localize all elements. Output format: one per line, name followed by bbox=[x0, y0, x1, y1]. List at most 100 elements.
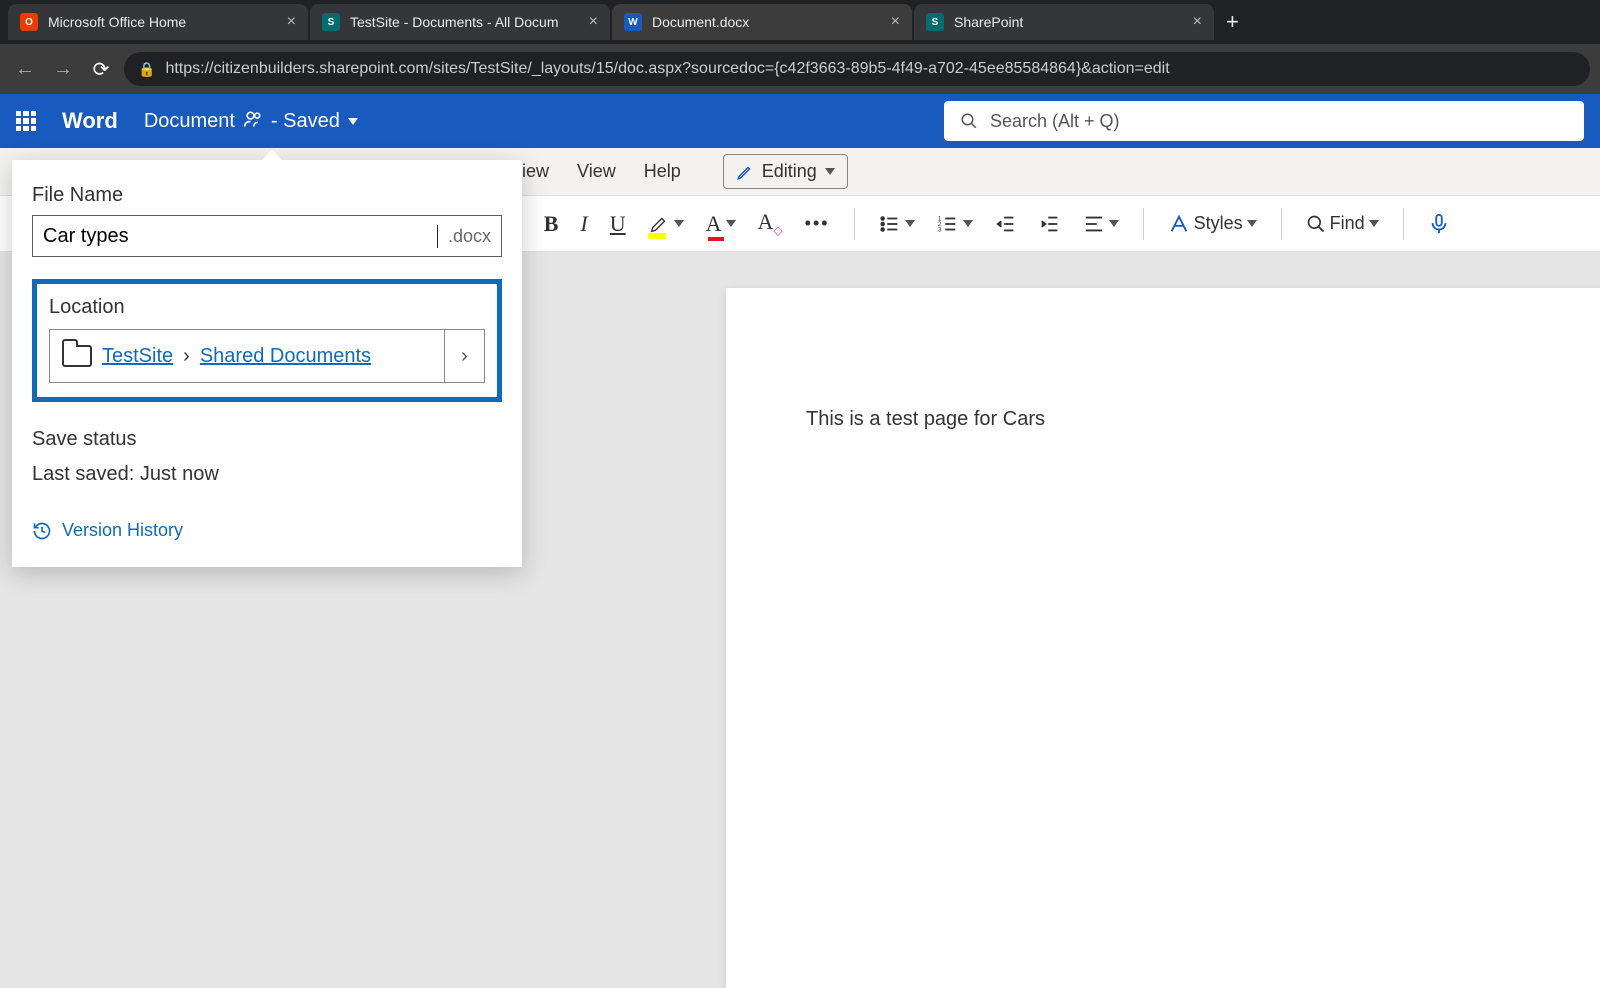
search-placeholder: Search (Alt + Q) bbox=[990, 111, 1120, 132]
location-picker: TestSite › Shared Documents › bbox=[49, 329, 485, 383]
toolbar-separator bbox=[854, 208, 855, 240]
forward-button[interactable]: → bbox=[48, 54, 78, 84]
doc-save-status: - Saved bbox=[271, 110, 340, 133]
chevron-down-icon bbox=[1247, 220, 1257, 227]
file-name-input[interactable] bbox=[33, 225, 438, 248]
search-box[interactable]: Search (Alt + Q) bbox=[944, 101, 1584, 141]
app-launcher-icon[interactable] bbox=[16, 111, 36, 131]
outdent-icon bbox=[995, 213, 1017, 235]
close-tab-icon[interactable]: × bbox=[287, 13, 296, 31]
chevron-down-icon bbox=[905, 220, 915, 227]
chevron-down-icon bbox=[674, 220, 684, 227]
decrease-indent-button[interactable] bbox=[993, 211, 1019, 237]
file-name-row: .docx bbox=[32, 215, 502, 257]
italic-button[interactable]: I bbox=[578, 209, 589, 239]
highlight-color-button[interactable] bbox=[646, 211, 686, 237]
folder-icon bbox=[62, 345, 92, 367]
sharepoint-favicon: S bbox=[926, 13, 944, 31]
location-library-link[interactable]: Shared Documents bbox=[200, 345, 371, 368]
toolbar-separator bbox=[1403, 208, 1404, 240]
location-section-highlighted: Location TestSite › Shared Documents › bbox=[32, 279, 502, 402]
chevron-down-icon bbox=[963, 220, 973, 227]
back-button[interactable]: ← bbox=[10, 54, 40, 84]
search-icon bbox=[1306, 214, 1326, 234]
align-icon bbox=[1083, 213, 1105, 235]
word-favicon: W bbox=[624, 13, 642, 31]
save-status-label: Save status bbox=[32, 428, 502, 451]
underline-button[interactable]: U bbox=[608, 209, 628, 239]
toolbar-separator bbox=[1281, 208, 1282, 240]
doc-title: Document bbox=[144, 110, 235, 133]
chevron-down-icon bbox=[1109, 220, 1119, 227]
address-bar[interactable]: 🔒 https://citizenbuilders.sharepoint.com… bbox=[124, 52, 1590, 86]
document-title-dropdown[interactable]: Document - Saved bbox=[144, 109, 358, 134]
tab-title: TestSite - Documents - All Docum bbox=[350, 14, 579, 30]
browser-tab[interactable]: S SharePoint × bbox=[914, 4, 1214, 40]
font-color-a-icon: A bbox=[706, 211, 722, 237]
svg-text:3: 3 bbox=[937, 226, 941, 233]
editing-label: Editing bbox=[762, 161, 817, 182]
browser-tab-strip: O Microsoft Office Home × S TestSite - D… bbox=[0, 0, 1600, 44]
file-name-label: File Name bbox=[32, 184, 502, 207]
toolbar-separator bbox=[1143, 208, 1144, 240]
browser-tab[interactable]: S TestSite - Documents - All Docum × bbox=[310, 4, 610, 40]
increase-indent-button[interactable] bbox=[1037, 211, 1063, 237]
clear-format-icon: A◇ bbox=[758, 209, 783, 237]
styles-button[interactable]: Styles bbox=[1166, 211, 1259, 237]
location-expand-button[interactable]: › bbox=[444, 330, 484, 382]
location-path: TestSite › Shared Documents bbox=[50, 330, 444, 382]
numbering-icon: 123 bbox=[937, 213, 959, 235]
tab-title: Document.docx bbox=[652, 14, 881, 30]
callout-arrow bbox=[262, 150, 282, 160]
close-tab-icon[interactable]: × bbox=[589, 13, 598, 31]
chevron-down-icon bbox=[1369, 220, 1379, 227]
chevron-down-icon bbox=[726, 220, 736, 227]
office-favicon: O bbox=[20, 13, 38, 31]
clear-formatting-button[interactable]: A◇ bbox=[756, 207, 785, 239]
new-tab-button[interactable]: + bbox=[1216, 9, 1249, 35]
browser-tab[interactable]: O Microsoft Office Home × bbox=[8, 4, 308, 40]
word-app-bar: Word Document - Saved Search (Alt + Q) bbox=[0, 94, 1600, 148]
app-name-label[interactable]: Word bbox=[62, 108, 118, 134]
url-text: https://citizenbuilders.sharepoint.com/s… bbox=[165, 60, 1169, 78]
last-saved-text: Last saved: Just now bbox=[32, 463, 502, 486]
close-tab-icon[interactable]: × bbox=[1193, 13, 1202, 31]
numbering-button[interactable]: 123 bbox=[935, 211, 975, 237]
highlighter-icon bbox=[648, 213, 670, 235]
reload-button[interactable]: ⟳ bbox=[86, 54, 116, 84]
browser-tab-active[interactable]: W Document.docx × bbox=[612, 4, 912, 40]
editing-mode-dropdown[interactable]: Editing bbox=[723, 154, 848, 189]
bullets-icon bbox=[879, 213, 901, 235]
breadcrumb-separator-icon: › bbox=[183, 345, 190, 368]
mic-icon bbox=[1428, 213, 1450, 235]
pencil-icon bbox=[736, 163, 754, 181]
font-color-button[interactable]: A bbox=[704, 209, 738, 239]
find-button[interactable]: Find bbox=[1304, 211, 1381, 236]
file-extension-label: .docx bbox=[438, 226, 501, 247]
indent-icon bbox=[1039, 213, 1061, 235]
search-icon bbox=[960, 112, 978, 130]
dictate-button[interactable] bbox=[1426, 211, 1452, 237]
shared-icon bbox=[243, 109, 263, 134]
location-site-link[interactable]: TestSite bbox=[102, 345, 173, 368]
chevron-down-icon bbox=[825, 168, 835, 175]
lock-icon: 🔒 bbox=[138, 61, 155, 78]
tab-title: Microsoft Office Home bbox=[48, 14, 277, 30]
bullets-button[interactable] bbox=[877, 211, 917, 237]
align-button[interactable] bbox=[1081, 211, 1121, 237]
ribbon-tab-help[interactable]: Help bbox=[644, 161, 681, 182]
highlight-bar bbox=[648, 233, 666, 239]
styles-label: Styles bbox=[1194, 213, 1243, 234]
chevron-down-icon bbox=[348, 118, 358, 125]
sharepoint-favicon: S bbox=[322, 13, 340, 31]
close-tab-icon[interactable]: × bbox=[891, 13, 900, 31]
styles-icon bbox=[1168, 213, 1190, 235]
ribbon-tab-view[interactable]: View bbox=[577, 161, 616, 182]
document-page[interactable]: This is a test page for Cars bbox=[726, 288, 1600, 988]
version-history-link[interactable]: Version History bbox=[32, 520, 502, 541]
file-info-dropdown: File Name .docx Location TestSite › Shar… bbox=[12, 160, 522, 567]
more-formatting-button[interactable]: ••• bbox=[803, 211, 832, 236]
history-icon bbox=[32, 521, 52, 541]
bold-button[interactable]: B bbox=[542, 209, 561, 239]
browser-url-bar-row: ← → ⟳ 🔒 https://citizenbuilders.sharepoi… bbox=[0, 44, 1600, 94]
